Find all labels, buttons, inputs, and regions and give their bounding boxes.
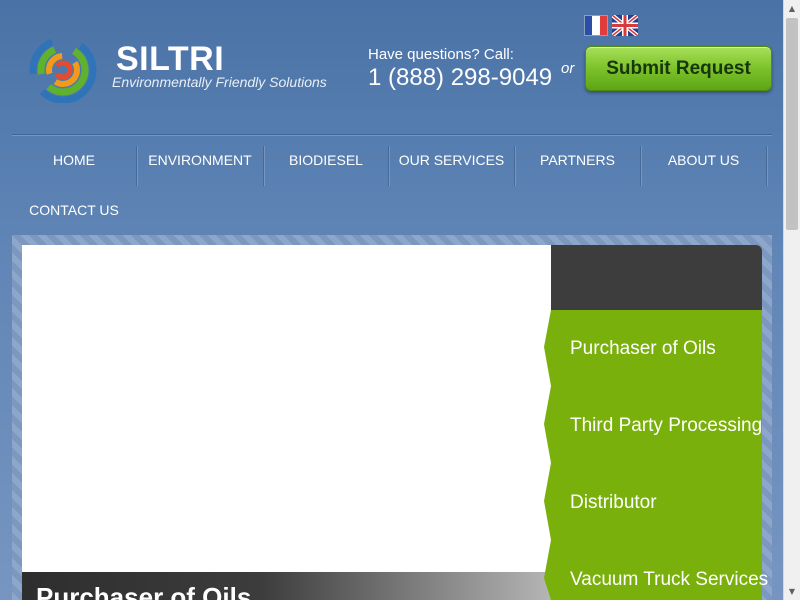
slider-menu-header — [551, 245, 762, 310]
phone-number[interactable]: 1 (888) 298-9049 — [368, 64, 552, 92]
slider-menu-item-vacuum-truck-services[interactable]: Vacuum Truck Services — [570, 569, 768, 599]
scroll-down-arrow-icon[interactable]: ▼ — [784, 583, 800, 600]
nav-separator — [766, 146, 767, 186]
nav-item-contact-us[interactable]: CONTACT US — [12, 190, 136, 230]
or-label: or — [561, 60, 575, 77]
questions-label: Have questions? Call: — [368, 46, 514, 63]
slider-menu: Purchaser of Oils Third Party Processing… — [544, 310, 768, 600]
slide-caption: Purchaser of Oils — [22, 572, 551, 600]
french-flag-icon[interactable] — [584, 15, 608, 36]
nav-item-biodiesel[interactable]: BIODIESEL — [264, 140, 388, 180]
nav-item-our-services[interactable]: OUR SERVICES — [389, 140, 514, 180]
siltri-logo-icon — [29, 37, 97, 103]
scroll-up-arrow-icon[interactable]: ▲ — [784, 0, 800, 17]
slider-menu-item-purchaser-of-oils[interactable]: Purchaser of Oils — [570, 338, 716, 368]
nav-item-environment[interactable]: ENVIRONMENT — [137, 140, 263, 180]
vertical-scrollbar[interactable]: ▲ ▼ — [783, 0, 800, 600]
header-divider — [12, 134, 772, 135]
uk-flag-icon[interactable] — [612, 15, 638, 36]
nav-item-partners[interactable]: PARTNERS — [515, 140, 640, 180]
scrollbar-thumb[interactable] — [786, 18, 798, 230]
slide-image[interactable] — [22, 245, 551, 600]
slider-menu-item-third-party-processing[interactable]: Third Party Processing — [570, 415, 762, 445]
brand-tagline: Environmentally Friendly Solutions — [112, 74, 327, 90]
nav-item-about-us[interactable]: ABOUT US — [641, 140, 766, 180]
nav-item-home[interactable]: HOME — [12, 140, 136, 180]
slider-menu-item-distributor[interactable]: Distributor — [570, 492, 657, 522]
slide-caption-title: Purchaser of Oils — [36, 582, 252, 600]
submit-request-button[interactable]: Submit Request — [585, 46, 772, 91]
